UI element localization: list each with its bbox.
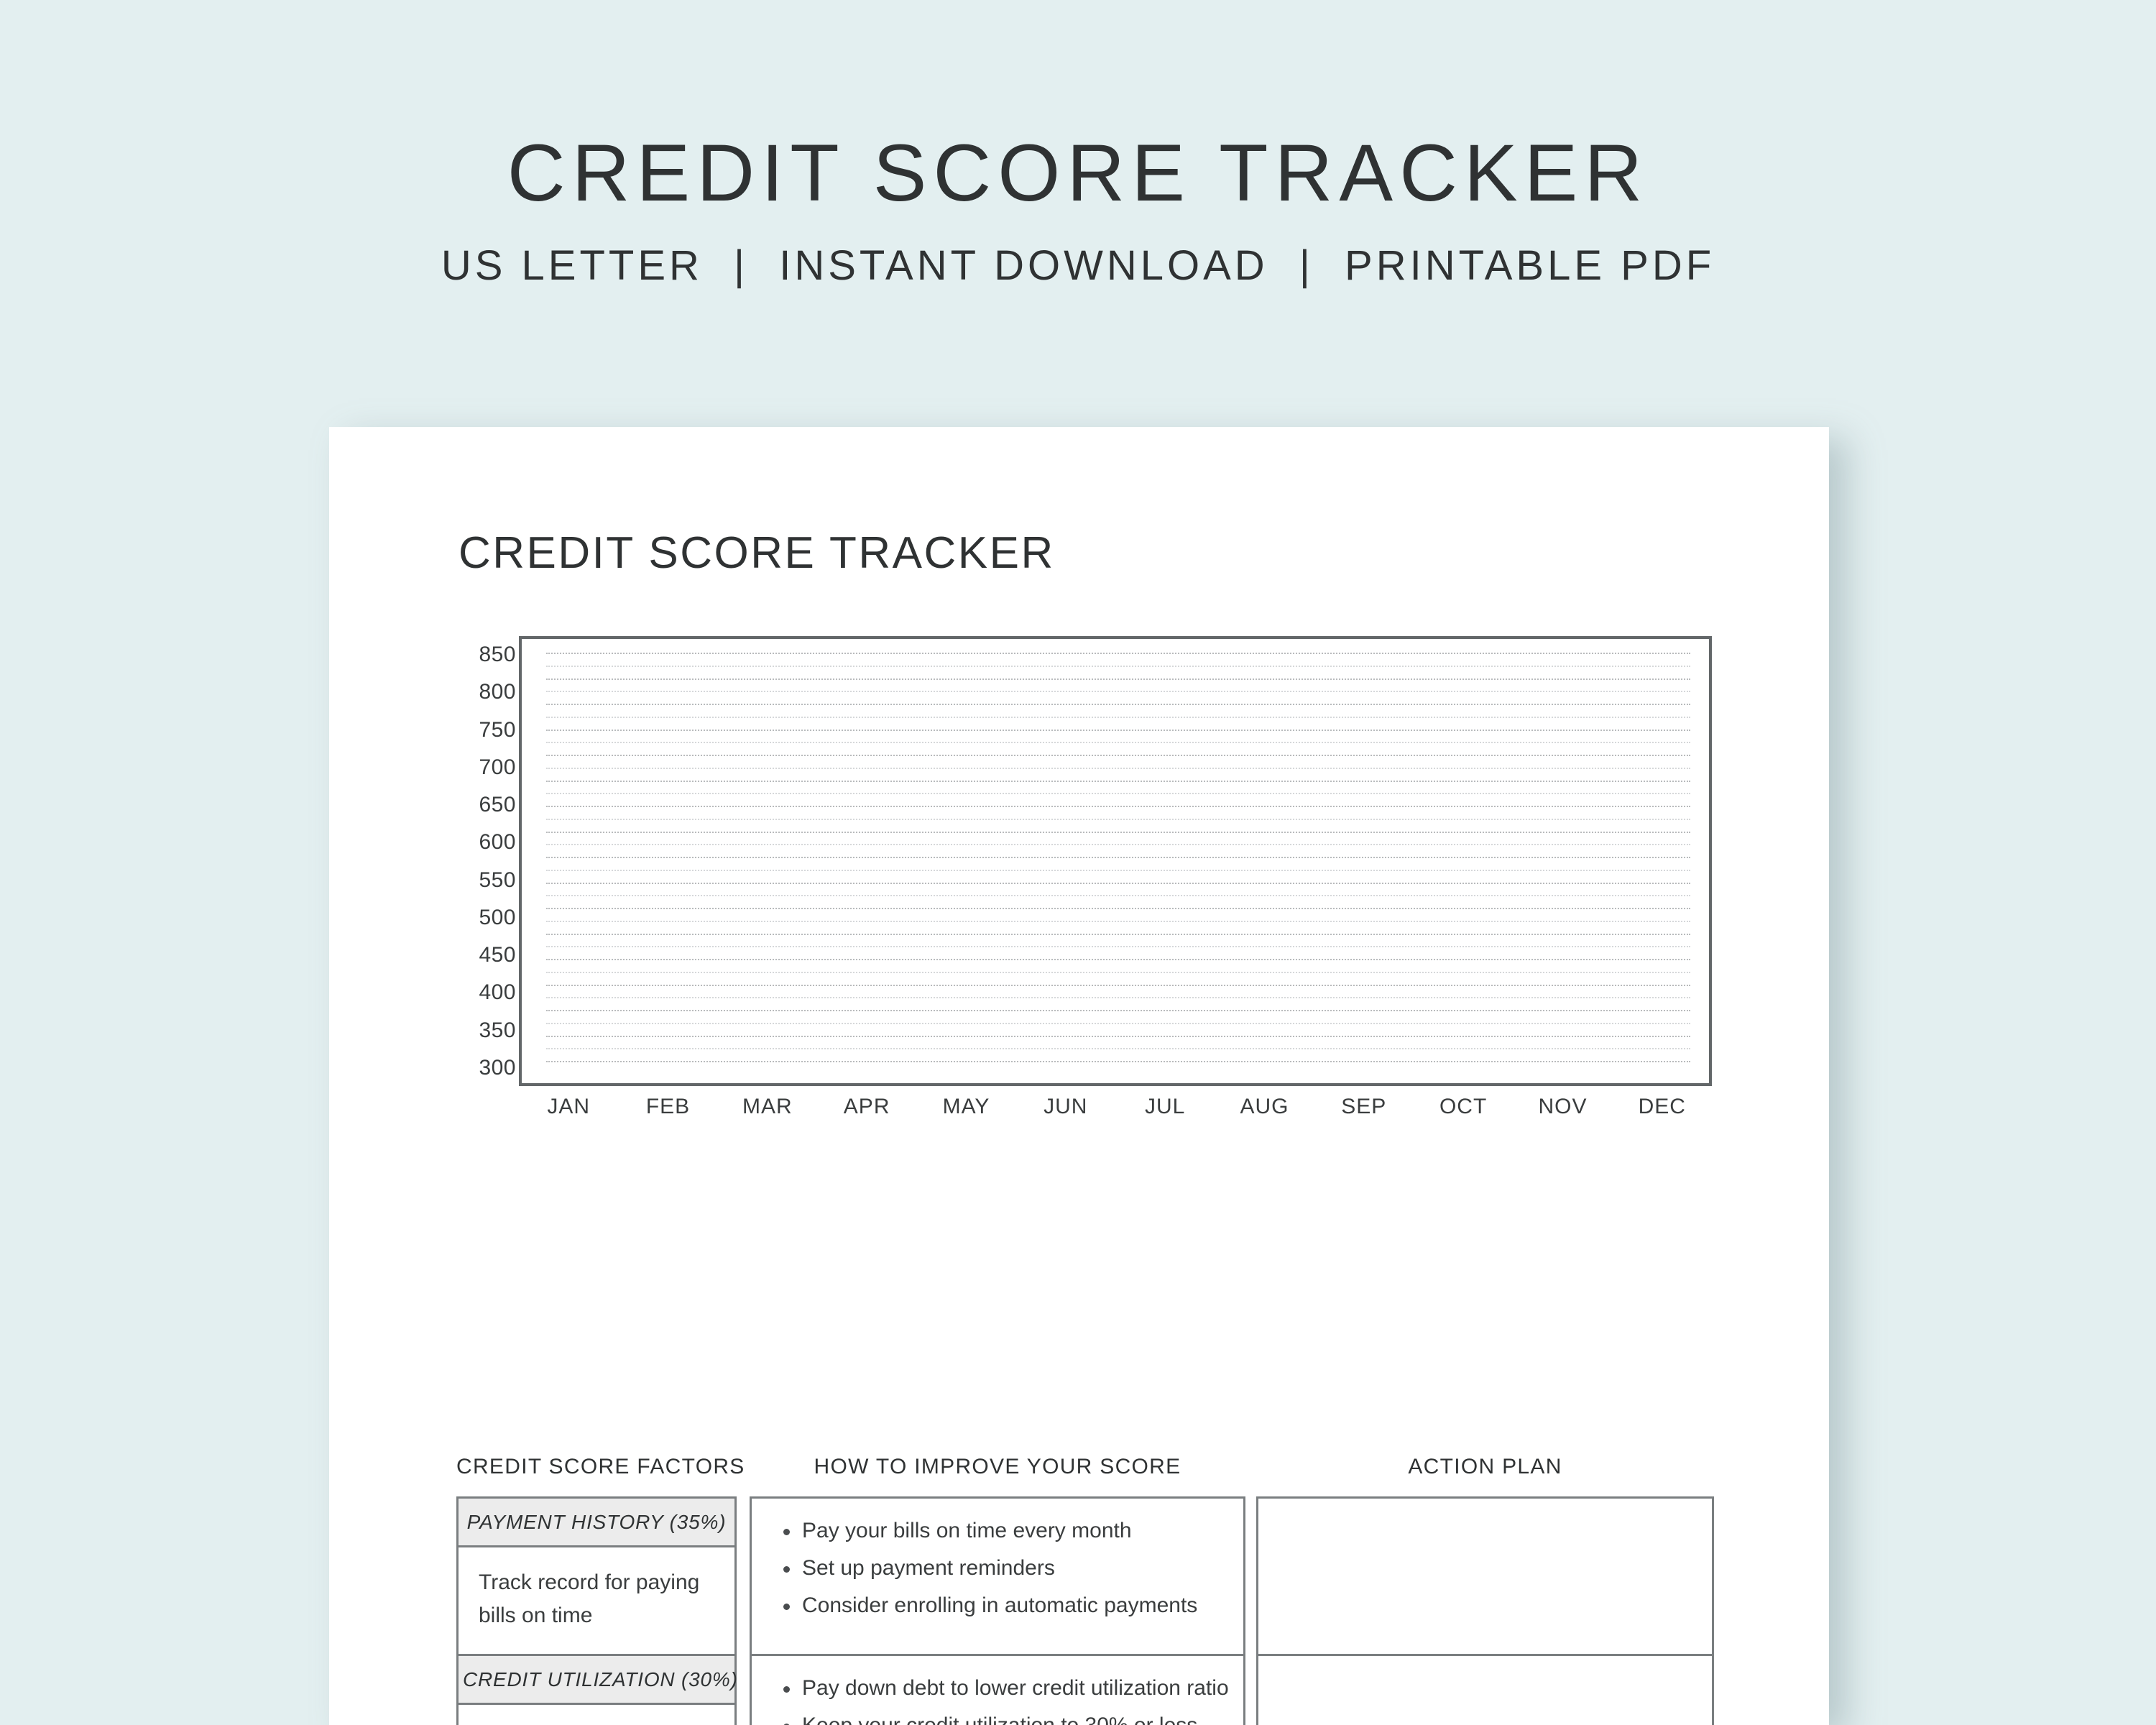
- chart-x-tick: FEB: [645, 1095, 691, 1118]
- chart-y-tick: 850: [479, 643, 516, 666]
- chart-x-tick: JUL: [1144, 1095, 1186, 1118]
- credit-factors-table: CREDIT SCORE FACTORS HOW TO IMPROVE YOUR…: [329, 1456, 1829, 1725]
- chart-gridline: [546, 921, 1690, 922]
- chart-gridline: [546, 972, 1690, 973]
- promo-title: CREDIT SCORE TRACKER: [507, 128, 1649, 218]
- chart-x-tick: SEP: [1341, 1095, 1387, 1118]
- chart-gridline: [546, 1061, 1690, 1062]
- chart-gridline: [546, 959, 1690, 960]
- chart-plot-area[interactable]: [519, 636, 1712, 1086]
- chart-gridline: [546, 781, 1690, 782]
- chart-y-tick: 650: [479, 793, 516, 817]
- chart-x-tick: JUN: [1044, 1095, 1088, 1118]
- chart-gridline: [546, 985, 1690, 986]
- chart-gridline: [546, 934, 1690, 935]
- column-header-factors: CREDIT SCORE FACTORS: [456, 1455, 745, 1478]
- promo-separator-1: |: [734, 242, 749, 289]
- chart-gridlines: [546, 653, 1690, 1072]
- improve-tip-item: Consider enrolling in automatic payments: [783, 1595, 1219, 1632]
- chart-x-tick: DEC: [1638, 1095, 1686, 1118]
- table-column-improve: Pay your bills on time every month Set up…: [750, 1496, 1245, 1725]
- chart-y-axis: 850 800 750 700 650 600 550 500 450 400 350 300: [394, 636, 516, 1086]
- factor-name: CREDIT UTILIZATION (30%): [459, 1656, 737, 1705]
- chart-gridline: [546, 819, 1690, 820]
- chart-gridline: [546, 717, 1690, 718]
- table-column-headers: CREDIT SCORE FACTORS HOW TO IMPROVE YOUR…: [329, 1456, 1829, 1496]
- printable-page-card: CREDIT SCORE TRACKER 850 800 750 700 650 600 5…: [329, 427, 1829, 1725]
- table-column-factors: PAYMENT HISTORY (35%) Track record for pa…: [456, 1496, 737, 1725]
- promo-header: CREDIT SCORE TRACKER US LETTER | INSTANT…: [0, 0, 2156, 287]
- chart-gridline: [546, 678, 1690, 680]
- table-column-action-plan: [1256, 1496, 1714, 1725]
- improve-tips-list: Pay your bills on time every month Set up…: [779, 1520, 1219, 1632]
- chart-gridline: [546, 653, 1690, 654]
- factor-description: Track record for paying bills on time: [479, 1570, 700, 1627]
- chart-x-tick: AUG: [1240, 1095, 1289, 1118]
- chart-gridline: [546, 793, 1690, 794]
- chart-y-tick: 750: [479, 717, 516, 742]
- factor-cell: CREDIT UTILIZATION (30%): [456, 1654, 737, 1725]
- promo-subtitle-part-3: PRINTABLE PDF: [1345, 242, 1715, 289]
- chart-gridline: [546, 844, 1690, 845]
- factor-description: [459, 1705, 734, 1725]
- factor-cell: PAYMENT HISTORY (35%) Track record for pa…: [456, 1496, 737, 1656]
- chart-y-tick: 600: [479, 830, 516, 855]
- promo-separator-2: |: [1299, 242, 1314, 289]
- chart-gridline: [546, 832, 1690, 833]
- improve-tip-item: Set up payment reminders: [783, 1558, 1219, 1595]
- improve-tip-item: Pay down debt to lower credit utilizatio…: [783, 1678, 1229, 1715]
- chart-y-tick: 550: [479, 868, 516, 892]
- column-header-action-plan: ACTION PLAN: [1408, 1455, 1562, 1478]
- chart-gridline: [546, 730, 1690, 731]
- chart-gridline: [546, 806, 1690, 807]
- chart-y-tick: 400: [479, 980, 516, 1005]
- sheet-title: CREDIT SCORE TRACKER: [459, 528, 1055, 578]
- improve-tip-item: Pay your bills on time every month: [783, 1520, 1219, 1558]
- chart-y-tick: 500: [479, 905, 516, 929]
- chart-gridline: [546, 666, 1690, 667]
- chart-gridline: [546, 946, 1690, 947]
- chart-x-tick: NOV: [1538, 1095, 1588, 1118]
- improve-tips-list: Pay down debt to lower credit utilizatio…: [779, 1678, 1229, 1725]
- factor-name: PAYMENT HISTORY (35%): [459, 1499, 734, 1547]
- chart-gridline: [546, 895, 1690, 896]
- chart-gridline: [546, 704, 1690, 705]
- promo-subtitle-part-1: US LETTER: [441, 242, 703, 289]
- chart-gridline: [546, 883, 1690, 884]
- promo-subtitle: US LETTER | INSTANT DOWNLOAD | PRINTABLE…: [0, 213, 2156, 287]
- chart-y-tick: 700: [479, 755, 516, 779]
- chart-x-tick: APR: [843, 1095, 890, 1118]
- chart-gridline: [546, 870, 1690, 871]
- chart-gridline: [546, 908, 1690, 909]
- chart-y-tick: 450: [479, 943, 516, 967]
- improve-tip-item: Keep your credit utilization to 30% or l…: [783, 1715, 1219, 1725]
- chart-x-tick: OCT: [1439, 1095, 1488, 1118]
- chart-y-tick: 350: [479, 1018, 516, 1042]
- chart-x-tick: JAN: [547, 1095, 590, 1118]
- chart-x-axis: JAN FEB MAR APR MAY JUN JUL AUG SEP OCT NOV DEC: [519, 1096, 1712, 1132]
- chart-y-tick: 300: [479, 1056, 516, 1080]
- chart-x-tick: MAY: [942, 1095, 990, 1118]
- credit-score-chart: 850 800 750 700 650 600 550 500 450 400 350 300 JAN…: [329, 636, 1829, 1125]
- chart-gridline: [546, 1048, 1690, 1049]
- column-header-improve: HOW TO IMPROVE YOUR SCORE: [814, 1455, 1181, 1478]
- action-plan-cell[interactable]: [1256, 1654, 1714, 1725]
- chart-y-tick: 800: [479, 680, 516, 704]
- chart-gridline: [546, 857, 1690, 858]
- improve-tips-cell: Pay your bills on time every month Set up…: [750, 1496, 1245, 1656]
- action-plan-cell[interactable]: [1256, 1496, 1714, 1656]
- chart-gridline: [546, 1010, 1690, 1011]
- improve-tips-cell: Pay down debt to lower credit utilizatio…: [750, 1654, 1245, 1725]
- chart-gridline: [546, 1036, 1690, 1037]
- chart-gridline: [546, 755, 1690, 756]
- promo-subtitle-part-2: INSTANT DOWNLOAD: [779, 242, 1268, 289]
- chart-gridline: [546, 997, 1690, 998]
- chart-gridline: [546, 768, 1690, 769]
- chart-gridline: [546, 1023, 1690, 1024]
- chart-x-tick: MAR: [742, 1095, 793, 1118]
- chart-gridline: [546, 691, 1690, 692]
- chart-gridline: [546, 742, 1690, 743]
